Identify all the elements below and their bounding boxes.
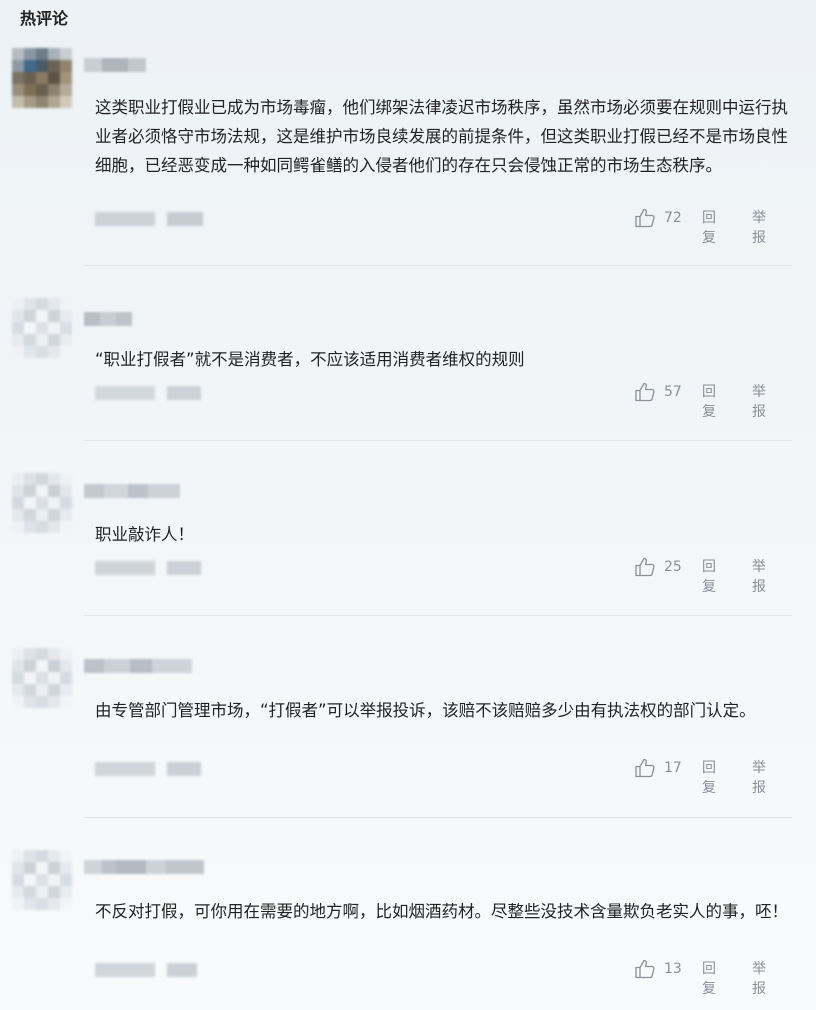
- username-redacted[interactable]: [84, 312, 132, 326]
- avatar[interactable]: [12, 648, 72, 708]
- report-button[interactable]: 举报: [752, 758, 766, 798]
- comment-text: 这类职业打假业已成为市场毒瘤，他们绑架法律凌迟市场秩序，虽然市场必须要在规则中运…: [95, 98, 788, 175]
- comment-text: “职业打假者”就不是消费者，不应该适用消费者维权的规则: [95, 350, 525, 369]
- like-count: 57: [664, 384, 682, 400]
- like-count: 72: [664, 210, 682, 226]
- reply-button[interactable]: 回复: [702, 382, 716, 422]
- reply-button[interactable]: 回复: [702, 758, 716, 798]
- thumbs-up-icon: [635, 208, 655, 228]
- username-redacted[interactable]: [84, 659, 192, 673]
- report-button[interactable]: 举报: [752, 557, 766, 597]
- comment-meta-redacted: [95, 386, 205, 400]
- divider: [84, 817, 792, 818]
- like-count: 13: [664, 961, 682, 977]
- report-button[interactable]: 举报: [752, 382, 766, 422]
- avatar[interactable]: [12, 48, 72, 108]
- like-button[interactable]: 72: [634, 208, 694, 228]
- divider: [84, 265, 792, 266]
- like-button[interactable]: 17: [634, 758, 694, 778]
- avatar[interactable]: [12, 850, 72, 910]
- comment-text: 职业敲诈人！: [95, 525, 194, 544]
- like-count: 25: [664, 559, 682, 575]
- like-button[interactable]: 13: [634, 959, 694, 979]
- report-button[interactable]: 举报: [752, 959, 766, 999]
- comment-meta-redacted: [95, 762, 205, 776]
- thumbs-up-icon: [635, 557, 655, 577]
- comment-meta-redacted: [95, 963, 205, 977]
- thumbs-up-icon: [635, 758, 655, 778]
- thumbs-up-icon: [635, 382, 655, 402]
- report-button[interactable]: 举报: [752, 208, 766, 248]
- thumbs-up-icon: [635, 959, 655, 979]
- username-redacted[interactable]: [84, 860, 204, 874]
- avatar[interactable]: [12, 298, 72, 358]
- like-button[interactable]: 57: [634, 382, 694, 402]
- comment-meta-redacted: [95, 212, 205, 226]
- like-count: 17: [664, 760, 682, 776]
- comment-text: 不反对打假，可你用在需要的地方啊，比如烟酒药材。尽整些没技术含量欺负老实人的事，…: [95, 902, 788, 921]
- username-redacted[interactable]: [84, 58, 146, 72]
- comment-meta-redacted: [95, 561, 205, 575]
- reply-button[interactable]: 回复: [702, 208, 716, 248]
- avatar[interactable]: [12, 473, 72, 533]
- divider: [84, 440, 792, 441]
- like-button[interactable]: 25: [634, 557, 694, 577]
- comment-text: 由专管部门管理市场，“打假者”可以举报投诉，该赔不该赔赔多少由有执法权的部门认定…: [95, 701, 756, 720]
- hot-comments-title: 热评论: [20, 9, 69, 28]
- reply-button[interactable]: 回复: [702, 557, 716, 597]
- username-redacted[interactable]: [84, 484, 180, 498]
- reply-button[interactable]: 回复: [702, 959, 716, 999]
- divider: [84, 615, 792, 616]
